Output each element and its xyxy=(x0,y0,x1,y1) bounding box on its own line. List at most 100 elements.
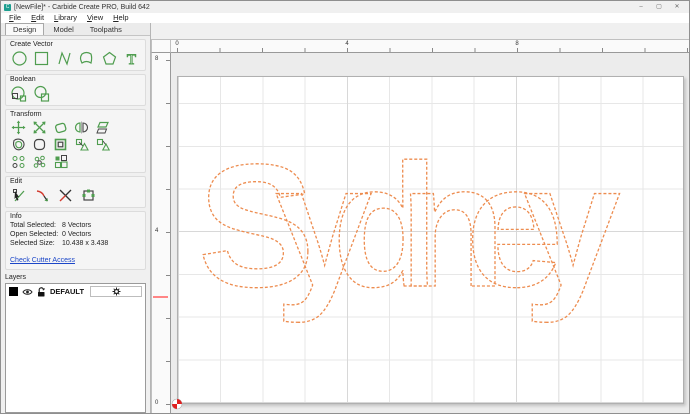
align-icon xyxy=(75,138,89,151)
grid-array-tool-button[interactable] xyxy=(52,153,69,170)
align-tool-button[interactable] xyxy=(73,136,90,153)
boolean-subtract-button[interactable] xyxy=(10,84,29,103)
layers-panel: DEFAULT xyxy=(5,283,146,413)
transform-group: Transform xyxy=(5,109,146,173)
tab-design[interactable]: Design xyxy=(5,23,45,35)
rectangle-tool-button[interactable] xyxy=(33,49,52,68)
info-selected-size: Selected Size: 10.438 x 3.438 xyxy=(10,240,141,247)
fillet-tool-button[interactable] xyxy=(31,136,48,153)
design-viewport[interactable]: Sydney xyxy=(171,53,689,413)
create-vector-group: Create Vector T xyxy=(5,39,146,71)
mirror-icon xyxy=(74,121,89,134)
scatter-array-tool-button[interactable] xyxy=(31,153,48,170)
menu-file[interactable]: File xyxy=(4,13,26,22)
skew-tool-button[interactable] xyxy=(94,119,111,136)
edit-group: Edit xyxy=(5,176,146,208)
fillet-icon xyxy=(33,138,46,151)
layer-settings-button[interactable] xyxy=(90,286,142,297)
sidebar: Design Model Toolpaths Create Vector T B… xyxy=(1,23,151,413)
app-logo-icon: C xyxy=(4,3,11,11)
grid-array-icon xyxy=(54,155,68,169)
layer-row-default[interactable]: DEFAULT xyxy=(6,284,145,299)
info-total-selected: Total Selected: 8 Vectors xyxy=(10,222,141,229)
close-button[interactable]: ✕ xyxy=(668,2,686,12)
scale-icon xyxy=(33,121,46,134)
menu-help[interactable]: Help xyxy=(108,13,133,22)
tab-model[interactable]: Model xyxy=(46,24,80,35)
curve-icon xyxy=(80,51,93,64)
app-window: C [NewFile]* - Carbide Create PRO, Build… xyxy=(0,0,690,414)
layer-color-swatch[interactable] xyxy=(9,287,18,296)
curve-tool-button[interactable] xyxy=(78,49,97,68)
eye-icon[interactable] xyxy=(22,288,33,296)
circle-icon xyxy=(12,51,27,66)
open-selected-label: Open Selected: xyxy=(10,231,59,238)
rotate-tool-button[interactable] xyxy=(52,119,69,136)
ruler-x-label-4: 4 xyxy=(345,41,349,47)
menu-bar: File Edit Library View Help xyxy=(1,13,689,23)
menu-view[interactable]: View xyxy=(82,13,108,22)
info-open-selected: Open Selected: 0 Vectors xyxy=(10,231,141,238)
ruler-y-label-0: 0 xyxy=(155,400,159,406)
info-label: Info xyxy=(10,213,22,220)
layer-name: DEFAULT xyxy=(50,287,85,296)
selected-size-label: Selected Size: xyxy=(10,240,55,247)
polygon-tool-button[interactable] xyxy=(100,49,119,68)
rotate-icon xyxy=(55,122,67,134)
ruler-x-label-0: 0 xyxy=(175,41,179,47)
polyline-icon xyxy=(58,51,71,66)
info-group: Info Total Selected: 8 Vectors Open Sele… xyxy=(5,211,146,270)
scatter-array-icon xyxy=(33,155,46,168)
boolean-union-icon xyxy=(34,85,50,102)
circle-tool-button[interactable] xyxy=(10,49,29,68)
polyline-tool-button[interactable] xyxy=(55,49,74,68)
boolean-group: Boolean xyxy=(5,74,146,106)
scale-tool-button[interactable] xyxy=(31,119,48,136)
node-edit-icon xyxy=(13,189,25,202)
nested-duplicate-icon xyxy=(54,138,67,151)
total-selected-value: 8 Vectors xyxy=(62,222,92,229)
curve-edit-icon xyxy=(36,190,48,202)
tab-toolpaths[interactable]: Toolpaths xyxy=(83,24,129,35)
edit-label: Edit xyxy=(10,178,23,185)
ruler-y-label-4: 4 xyxy=(155,228,159,234)
boolean-union-button[interactable] xyxy=(33,84,52,103)
trim-vectors-tool-button[interactable] xyxy=(56,186,75,205)
ruler-corner xyxy=(151,39,171,53)
gear-icon xyxy=(112,287,120,296)
distribute-icon xyxy=(96,138,110,151)
maximize-button[interactable]: ▢ xyxy=(650,2,668,12)
curve-edit-tool-button[interactable] xyxy=(33,186,52,205)
polygon-icon xyxy=(102,51,116,65)
minimize-button[interactable]: – xyxy=(632,2,650,12)
trim-vectors-icon xyxy=(59,189,72,202)
circular-array-icon xyxy=(12,156,25,168)
distribute-tool-button[interactable] xyxy=(94,136,111,153)
offset-tool-button[interactable] xyxy=(10,136,27,153)
check-cutter-access-link[interactable]: Check Cutter Access xyxy=(10,257,75,264)
ruler-y-label-8: 8 xyxy=(155,56,159,62)
layers-group: Layers DEFAULT xyxy=(5,274,146,413)
rectangle-icon xyxy=(35,51,49,66)
title-bar: C [NewFile]* - Carbide Create PRO, Build… xyxy=(1,1,689,13)
node-edit-tool-button[interactable] xyxy=(10,186,29,205)
join-vectors-tool-button[interactable] xyxy=(79,186,98,205)
svg-text:T: T xyxy=(127,52,136,67)
unlock-icon[interactable] xyxy=(37,286,46,297)
skew-icon xyxy=(96,121,109,134)
nested-duplicate-tool-button[interactable] xyxy=(52,136,69,153)
text-icon: T xyxy=(127,52,137,67)
move-tool-button[interactable] xyxy=(10,119,27,136)
mirror-tool-button[interactable] xyxy=(73,119,90,136)
open-selected-value: 0 Vectors xyxy=(62,231,92,238)
menu-edit[interactable]: Edit xyxy=(26,13,49,22)
move-icon xyxy=(11,120,26,135)
transform-label: Transform xyxy=(10,111,42,118)
circular-array-tool-button[interactable] xyxy=(10,153,27,170)
join-vectors-icon xyxy=(82,189,95,201)
menu-library[interactable]: Library xyxy=(49,13,82,22)
sydney-vector-text[interactable]: Sydney xyxy=(197,128,660,324)
selected-size-value: 10.438 x 3.438 xyxy=(62,240,109,247)
text-tool-button[interactable]: T xyxy=(123,49,142,68)
vertical-ruler: 8 4 0 xyxy=(151,53,171,413)
